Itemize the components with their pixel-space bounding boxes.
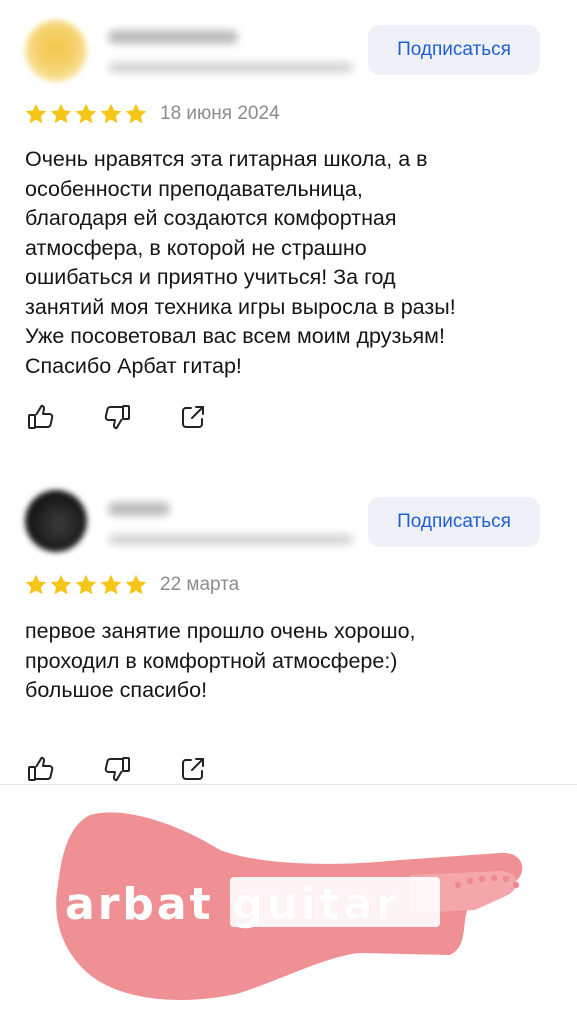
- avatar[interactable]: [25, 20, 87, 82]
- star-icon: [75, 574, 97, 595]
- star-icon: [125, 103, 147, 124]
- reviewer-level-blurred: [108, 62, 353, 73]
- like-button[interactable]: [24, 400, 58, 434]
- share-button[interactable]: [176, 400, 210, 434]
- rating-stars: [24, 573, 148, 597]
- share-icon: [182, 758, 204, 780]
- thumbs-down-icon: [104, 757, 130, 782]
- subscribe-button[interactable]: Подписаться: [368, 25, 540, 75]
- logo-wordmark: arbat guitar: [65, 879, 401, 930]
- divider: [0, 784, 577, 785]
- review-date: 22 марта: [160, 574, 240, 595]
- like-button[interactable]: [24, 752, 58, 786]
- review-text: первое занятие прошло очень хорошо, прох…: [25, 619, 416, 702]
- star-icon: [100, 103, 122, 124]
- star-icon: [50, 103, 72, 124]
- review-actions: [24, 400, 210, 434]
- review-actions: [24, 752, 210, 786]
- star-icon: [25, 103, 47, 124]
- star-icon: [50, 574, 72, 595]
- share-icon: [182, 406, 204, 428]
- star-icon: [25, 574, 47, 595]
- subscribe-button[interactable]: Подписаться: [368, 497, 540, 547]
- rating-stars: [24, 102, 148, 126]
- reviewer-level-blurred: [108, 534, 353, 545]
- dislike-button[interactable]: [100, 752, 134, 786]
- reviewer-name-blurred[interactable]: [108, 30, 238, 44]
- dislike-button[interactable]: [100, 400, 134, 434]
- star-icon: [100, 574, 122, 595]
- review-date: 18 июня 2024: [160, 103, 280, 124]
- review-text: Очень нравятся эта гитарная школа, а в о…: [25, 147, 456, 378]
- thumbs-up-icon: [28, 756, 54, 781]
- star-icon: [75, 103, 97, 124]
- reviewer-name-blurred[interactable]: [108, 502, 170, 516]
- star-icon: [125, 574, 147, 595]
- avatar[interactable]: [25, 490, 87, 552]
- thumbs-up-icon: [28, 404, 54, 429]
- thumbs-down-icon: [104, 405, 130, 430]
- arbat-guitar-logo: arbat guitar: [30, 805, 550, 1005]
- share-button[interactable]: [176, 752, 210, 786]
